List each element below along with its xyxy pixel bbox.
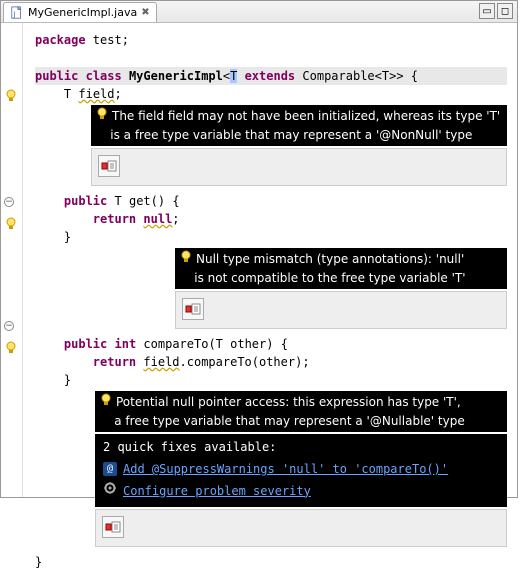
keyword: return bbox=[93, 212, 136, 226]
type-ref: Comparable bbox=[302, 69, 374, 83]
code-text: ; bbox=[172, 212, 179, 226]
method-name: get bbox=[129, 194, 151, 208]
close-icon[interactable]: ✖ bbox=[141, 7, 149, 18]
warning-icon[interactable] bbox=[4, 89, 18, 103]
maximize-button[interactable]: ◻ bbox=[497, 3, 513, 19]
tooltip-text: is a free type variable that may represe… bbox=[110, 128, 472, 142]
lightbulb-icon bbox=[95, 107, 109, 126]
code-text: .compareTo(other); bbox=[180, 355, 310, 369]
problem-severity-button[interactable] bbox=[182, 298, 204, 320]
window-buttons: ▭ ◻ bbox=[479, 3, 513, 19]
warning-tooltip: Null type mismatch (type annotations): '… bbox=[175, 248, 507, 289]
fold-toggle[interactable]: − bbox=[4, 197, 18, 211]
minimize-button[interactable]: ▭ bbox=[479, 3, 495, 19]
keyword: class bbox=[86, 69, 122, 83]
quickfix-suppress-warnings[interactable]: @ Add @SuppressWarnings 'null' to 'compa… bbox=[103, 460, 499, 478]
tooltip-text: is not compatible to the free type varia… bbox=[194, 271, 465, 285]
type-ref: T bbox=[64, 87, 71, 101]
warning-tooltip: The field field may not have been initia… bbox=[91, 105, 507, 146]
tooltip-text: a free type variable that may represent … bbox=[114, 414, 464, 428]
tooltip-text: Null type mismatch (type annotations): '… bbox=[196, 252, 464, 266]
java-file-icon: J bbox=[10, 6, 24, 20]
tooltip-text: The field field may not have been initia… bbox=[112, 109, 500, 123]
field-ref: field bbox=[143, 355, 179, 369]
editor-tab[interactable]: J MyGenericImpl.java ✖ bbox=[3, 2, 157, 22]
code-area[interactable]: package test; public class MyGenericImpl… bbox=[23, 23, 517, 497]
code-text: } bbox=[64, 230, 71, 244]
selected-type-param: T bbox=[230, 69, 237, 83]
keyword: return bbox=[93, 355, 136, 369]
code-text: } bbox=[64, 373, 71, 387]
quickfix-label: Add @SuppressWarnings 'null' to 'compare… bbox=[123, 460, 448, 478]
code-text: test; bbox=[86, 33, 129, 47]
lightbulb-icon bbox=[179, 250, 193, 269]
keyword: int bbox=[115, 337, 137, 351]
lightbulb-icon bbox=[99, 393, 113, 412]
quickfix-panel bbox=[91, 148, 507, 186]
problem-severity-button[interactable] bbox=[102, 516, 124, 538]
quickfix-label: Configure problem severity bbox=[123, 482, 311, 500]
class-name: MyGenericImpl bbox=[129, 69, 223, 83]
problem-severity-button[interactable] bbox=[98, 155, 120, 177]
annotation-icon: @ bbox=[103, 462, 117, 476]
svg-text:J: J bbox=[13, 10, 16, 18]
keyword: public bbox=[64, 337, 107, 351]
tab-title: MyGenericImpl.java bbox=[28, 6, 137, 19]
keyword: public bbox=[64, 194, 107, 208]
code-text: () { bbox=[151, 194, 180, 208]
warning-icon[interactable] bbox=[4, 341, 18, 355]
keyword: package bbox=[35, 33, 86, 47]
quickfix-panel bbox=[175, 291, 507, 329]
quickfix-list: 2 quick fixes available: @ Add @Suppress… bbox=[95, 434, 507, 507]
editor-frame: J MyGenericImpl.java ✖ ▭ ◻ − − package t… bbox=[0, 0, 518, 498]
type-ref: T bbox=[115, 194, 122, 208]
keyword: public bbox=[35, 69, 78, 83]
tab-bar: J MyGenericImpl.java ✖ ▭ ◻ bbox=[1, 1, 517, 23]
code-text: ; bbox=[115, 87, 122, 101]
quickfix-panel bbox=[95, 509, 507, 547]
warning-icon[interactable] bbox=[4, 217, 18, 231]
code-text: <T>> { bbox=[375, 69, 418, 83]
keyword: null bbox=[143, 212, 172, 226]
quickfix-configure-severity[interactable]: Configure problem severity bbox=[103, 481, 499, 500]
gear-icon bbox=[103, 481, 117, 500]
quickfix-header: 2 quick fixes available: bbox=[103, 438, 499, 456]
code-text: (T other) { bbox=[208, 337, 287, 351]
warning-tooltip: Potential null pointer access: this expr… bbox=[95, 391, 507, 432]
gutter: − − bbox=[1, 23, 23, 497]
code-text: } bbox=[35, 555, 42, 569]
fold-toggle[interactable]: − bbox=[4, 321, 18, 335]
field-decl: field bbox=[78, 87, 114, 101]
tooltip-text: Potential null pointer access: this expr… bbox=[116, 395, 461, 409]
method-name: compareTo bbox=[143, 337, 208, 351]
keyword: extends bbox=[245, 69, 296, 83]
